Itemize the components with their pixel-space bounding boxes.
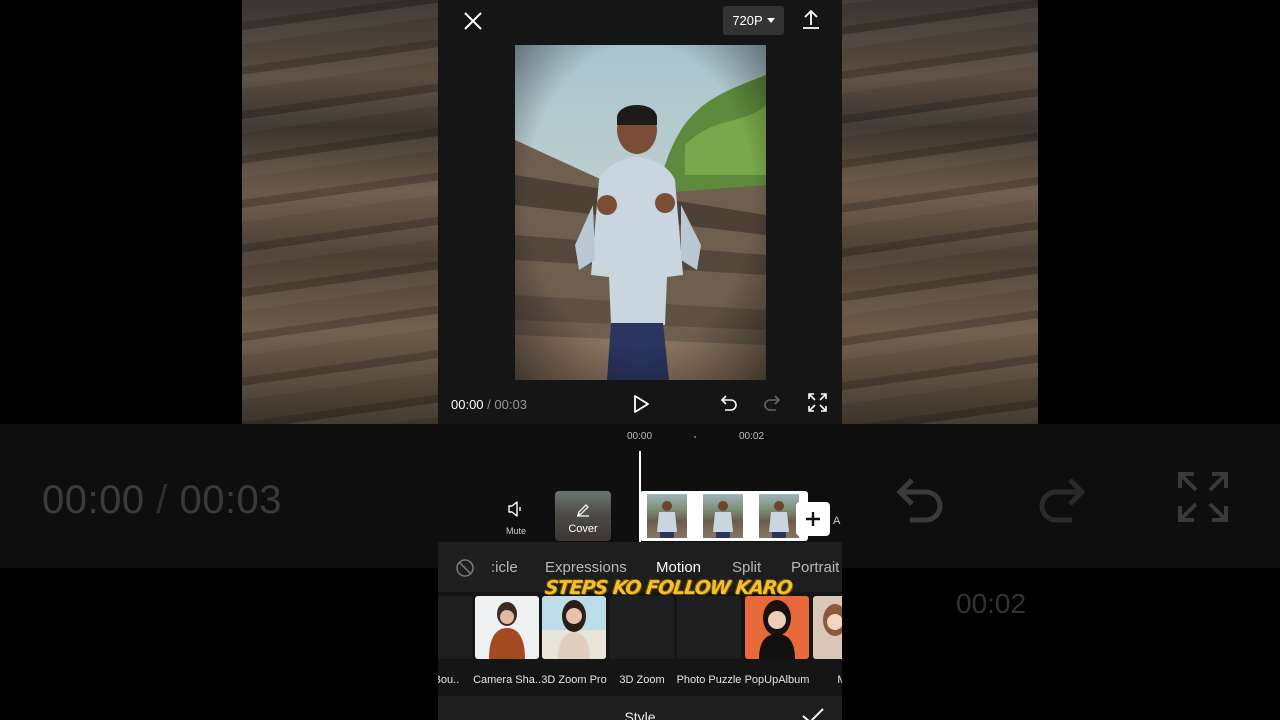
resolution-button[interactable]: 720P — [723, 6, 784, 35]
tab-particle[interactable]: :icle — [491, 559, 518, 576]
pencil-icon — [577, 504, 589, 517]
effect-thumbnail — [677, 596, 741, 659]
fullscreen-icon[interactable] — [808, 393, 827, 412]
ruler-label-2s: 00:02 — [739, 431, 765, 442]
cover-button[interactable]: Cover — [555, 491, 611, 541]
timeline[interactable]: 00:00 00:02 Mute Cover A — [438, 424, 842, 544]
none-icon[interactable] — [455, 558, 475, 578]
screen: 00:00 / 00:03 00:02 720P 00:00 / 00:03 0… — [0, 0, 1280, 720]
effect-item[interactable]: PopUpAlbum — [745, 596, 809, 686]
top-bar: 720P — [438, 0, 842, 44]
effect-label: Ma — [837, 674, 842, 686]
tab-motion[interactable]: Motion — [656, 559, 701, 576]
plus-icon — [806, 512, 820, 526]
effects-list: ra Bou.. Camera Sha.. 3D Zoom Pro 3D Zoo… — [438, 592, 842, 696]
effect-item[interactable]: ra Bou.. — [438, 596, 472, 686]
upload-icon[interactable] — [800, 8, 822, 30]
effect-thumbnail — [610, 596, 674, 659]
tab-portrait[interactable]: Portrait — [791, 559, 839, 576]
tab-split[interactable]: Split — [732, 559, 761, 576]
effect-thumbnail — [542, 596, 606, 659]
background-fullscreen-icon — [1178, 472, 1228, 522]
speaker-mute-icon — [508, 501, 521, 517]
add-audio-label: A — [833, 515, 841, 527]
effect-item[interactable]: 3D Zoom — [610, 596, 674, 686]
current-time: 00:00 — [451, 397, 484, 412]
effect-thumbnail — [475, 596, 539, 659]
resolution-label: 720P — [732, 13, 763, 28]
preview-image — [515, 45, 766, 380]
effect-label: PopUpAlbum — [744, 674, 810, 686]
video-preview[interactable] — [515, 45, 766, 380]
clip-thumbnail — [703, 494, 743, 538]
redo-icon[interactable] — [763, 393, 783, 413]
ruler-tick — [694, 436, 696, 438]
effect-thumbnail — [813, 596, 842, 659]
background-undo-icon — [896, 478, 943, 523]
ruler-label-start: 00:00 — [627, 431, 653, 442]
cover-label: Cover — [568, 523, 598, 535]
effect-thumbnail — [438, 596, 472, 659]
effect-item[interactable]: Camera Sha.. — [473, 596, 541, 686]
background-redo-icon — [1039, 478, 1086, 523]
effect-item[interactable]: 3D Zoom Pro — [541, 596, 607, 686]
mute-button[interactable]: Mute — [500, 501, 532, 536]
video-caption-overlay: STEPS KO FOLLOW KARO — [543, 577, 793, 599]
video-clip-track[interactable] — [640, 491, 808, 541]
play-icon[interactable] — [630, 393, 652, 415]
background-time-readout: 00:00 / 00:03 — [42, 478, 283, 522]
effect-item[interactable]: Photo Puzzle — [677, 596, 741, 686]
panel-footer: Style — [438, 696, 842, 720]
chevron-down-icon — [766, 18, 775, 23]
effect-label: 3D Zoom Pro — [541, 674, 607, 686]
effect-label: Camera Sha.. — [473, 674, 541, 686]
mute-label: Mute — [505, 526, 526, 536]
time-readout: 00:00 / 00:03 — [451, 397, 527, 412]
tab-expressions[interactable]: Expressions — [545, 559, 627, 576]
effect-label: 3D Zoom — [619, 674, 665, 686]
panel-title: Style — [624, 709, 656, 720]
clip-thumbnail — [759, 494, 799, 538]
player-controls: 00:00 / 00:03 — [438, 385, 842, 423]
effect-thumbnail — [745, 596, 809, 659]
add-clip-button[interactable] — [796, 502, 830, 536]
undo-icon[interactable] — [718, 393, 738, 413]
time-separator: / — [483, 397, 495, 412]
check-icon[interactable] — [801, 708, 825, 720]
close-icon[interactable] — [460, 8, 486, 34]
effect-label: Photo Puzzle — [676, 674, 742, 686]
effect-item[interactable]: Ma — [813, 596, 842, 686]
duration: 00:03 — [494, 397, 527, 412]
clip-thumbnail — [647, 494, 687, 538]
background-ruler-mark: 00:02 — [956, 588, 1027, 619]
editor-panel: 720P 00:00 / 00:03 00:00 00:02 Mute Cove… — [438, 0, 842, 720]
